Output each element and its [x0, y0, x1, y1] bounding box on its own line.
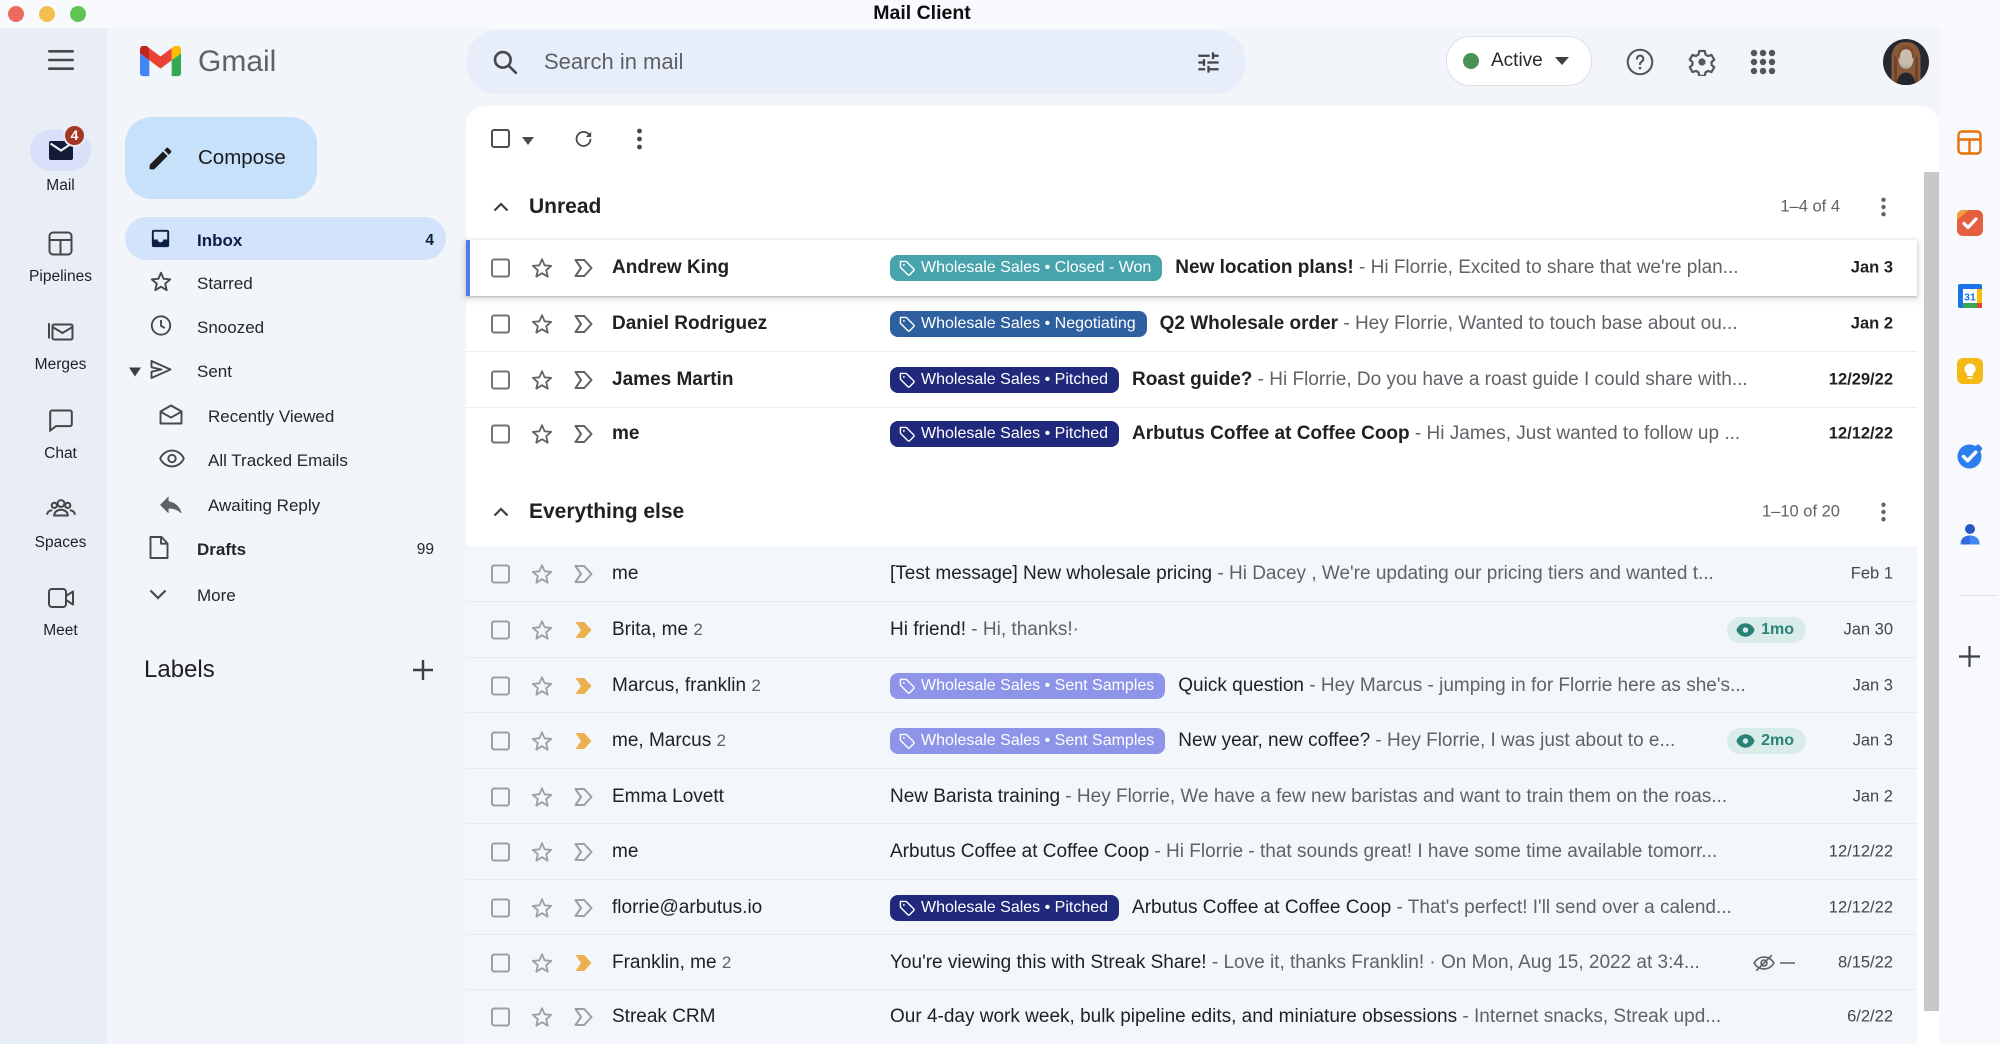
svg-text:31: 31	[1964, 292, 1976, 304]
